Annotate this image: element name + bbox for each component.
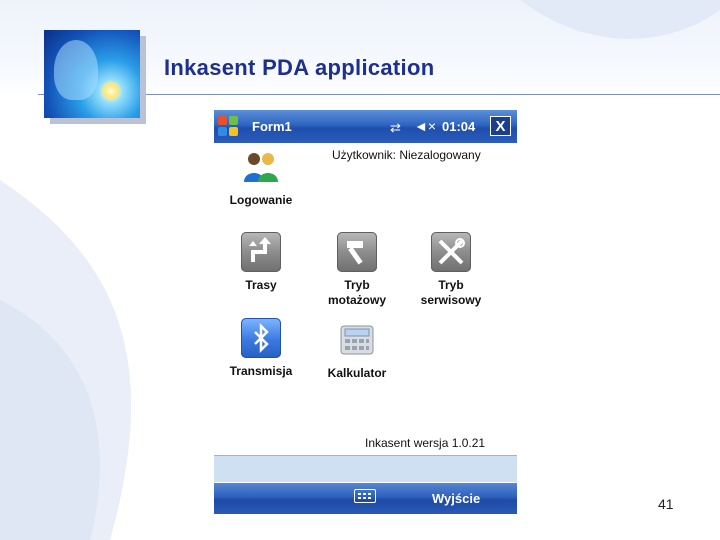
users-icon (244, 153, 278, 182)
close-button[interactable]: X (490, 116, 511, 136)
pda-window: Form1 ⇄ ◄× 01:04 X Użytkownik: Niezalogo… (214, 110, 517, 514)
app-tryb-motazowy[interactable]: Tryb motażowy (312, 232, 402, 308)
app-kalkulator[interactable]: Kalkulator (312, 318, 402, 381)
user-status: Użytkownik: Niezalogowany (332, 148, 481, 162)
app-label: Transmisja (229, 364, 293, 378)
app-trasy[interactable]: Trasy (218, 232, 304, 293)
softkey-bar: Wyjście (214, 483, 517, 514)
header-divider (38, 94, 720, 95)
hammer-icon (337, 232, 377, 272)
tools-icon (431, 232, 471, 272)
connectivity-icon[interactable]: ⇄ (390, 120, 401, 136)
logo-image (44, 30, 140, 118)
route-icon (241, 232, 281, 272)
slide-title: Inkasent PDA application (164, 55, 435, 80)
app-transmisja[interactable]: Transmisja (218, 318, 304, 379)
version-label: Inkasent wersja 1.0.21 (365, 436, 486, 450)
keyboard-icon[interactable] (354, 489, 376, 503)
app-label: Tryb serwisowy (420, 278, 482, 307)
app-label: Tryb motażowy (327, 278, 386, 307)
title-bar: Form1 ⇄ ◄× 01:04 X (214, 110, 517, 143)
page-number: 41 (658, 496, 674, 512)
app-label: Logowanie (229, 193, 293, 207)
speaker-muted-icon[interactable]: ◄× (414, 118, 436, 134)
clock[interactable]: 01:04 (442, 119, 475, 134)
exit-softkey[interactable]: Wyjście (432, 491, 480, 506)
form-title: Form1 (252, 119, 292, 134)
calculator-icon (340, 325, 374, 355)
app-logowanie[interactable]: Logowanie (218, 148, 304, 208)
bluetooth-icon (241, 318, 281, 358)
app-label: Trasy (245, 278, 277, 292)
input-panel (214, 455, 517, 482)
app-label: Kalkulator (327, 366, 387, 380)
windows-start-icon[interactable] (218, 116, 240, 138)
app-tryb-serwisowy[interactable]: Tryb serwisowy (408, 232, 494, 308)
